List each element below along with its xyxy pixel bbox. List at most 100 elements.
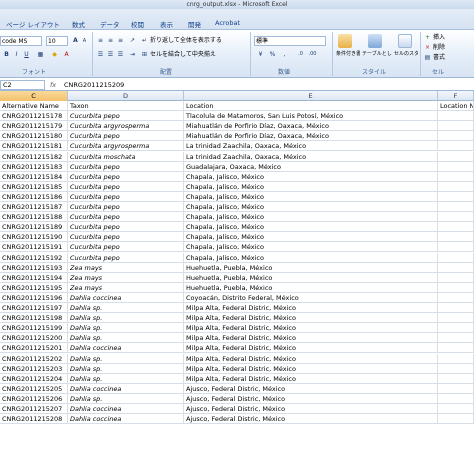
- cell-location[interactable]: Chapala, Jalisco, México: [184, 171, 438, 182]
- border-icon[interactable]: ▦: [36, 50, 45, 59]
- cell-location[interactable]: Chapala, Jalisco, México: [184, 232, 438, 243]
- indent-icon[interactable]: ⇥: [128, 50, 137, 59]
- shrink-font-button[interactable]: A: [80, 37, 89, 46]
- tab-developer[interactable]: 開発: [188, 19, 201, 29]
- cell-taxon[interactable]: Cucurbita pepo: [68, 161, 184, 172]
- header-cell-location-n[interactable]: Location N: [438, 101, 474, 111]
- cell-location[interactable]: Chapala, Jalisco, México: [184, 202, 438, 212]
- header-cell-alternative-name[interactable]: Alternative Name: [0, 101, 68, 111]
- cell-alternative-name[interactable]: CNRG2011215197: [0, 303, 68, 313]
- conditional-format-button[interactable]: 条件付き書式: [336, 50, 360, 59]
- cell-location[interactable]: Huehuetla, Puebla, México: [184, 262, 438, 273]
- cell-alternative-name[interactable]: CNRG2011215202: [0, 353, 68, 364]
- font-name-select[interactable]: code MS: [0, 36, 42, 46]
- cell-taxon[interactable]: Dahlia sp.: [68, 303, 184, 313]
- cell-taxon[interactable]: Dahlia sp.: [68, 333, 184, 344]
- cell-location[interactable]: Chapala, Jalisco, México: [184, 242, 438, 253]
- cell-taxon[interactable]: Dahlia sp.: [68, 353, 184, 364]
- align-right-icon[interactable]: ☰: [116, 50, 125, 59]
- cell-location-n[interactable]: [438, 191, 474, 202]
- cell-location[interactable]: Coyoacán, Distrito Federal, México: [184, 292, 438, 303]
- cell-location-n[interactable]: [438, 121, 474, 132]
- cell-taxon[interactable]: Cucurbita pepo: [68, 242, 184, 253]
- cell-location-n[interactable]: [438, 151, 474, 162]
- cell-location-n[interactable]: [438, 404, 474, 414]
- cell-taxon[interactable]: Cucurbita pepo: [68, 191, 184, 202]
- cell-location[interactable]: Guadalajara, Oaxaca, México: [184, 161, 438, 172]
- cell-alternative-name[interactable]: CNRG2011215188: [0, 212, 68, 223]
- decrease-decimal-icon[interactable]: .00: [308, 50, 317, 59]
- cell-taxon[interactable]: Cucurbita pepo: [68, 171, 184, 182]
- cell-taxon[interactable]: Dahlia sp.: [68, 313, 184, 324]
- font-color-icon[interactable]: A: [62, 50, 71, 59]
- column-header-c[interactable]: C: [0, 91, 68, 101]
- cell-style-button[interactable]: セルのスタイル: [394, 50, 418, 59]
- cell-location[interactable]: Milpa Alta, Federal Distric, México: [184, 363, 438, 374]
- cell-taxon[interactable]: Zea mays: [68, 262, 184, 273]
- cell-location-n[interactable]: [438, 252, 474, 263]
- cell-taxon[interactable]: Cucurbita argyrosperma: [68, 141, 184, 152]
- conditional-format-icon[interactable]: [338, 34, 352, 48]
- underline-icon[interactable]: U: [22, 50, 31, 59]
- cell-location[interactable]: Chapala, Jalisco, México: [184, 212, 438, 223]
- cell-location-n[interactable]: [438, 272, 474, 283]
- cell-taxon[interactable]: Cucurbita pepo: [68, 252, 184, 263]
- cell-alternative-name[interactable]: CNRG2011215206: [0, 393, 68, 404]
- cell-location[interactable]: Milpa Alta, Federal Distric, México: [184, 373, 438, 384]
- cell-taxon[interactable]: Cucurbita pepo: [68, 212, 184, 223]
- cell-location-n[interactable]: [438, 373, 474, 384]
- percent-icon[interactable]: %: [268, 50, 277, 59]
- cell-location[interactable]: Milpa Alta, Federal Distric, México: [184, 323, 438, 334]
- cell-alternative-name[interactable]: CNRG2011215201: [0, 343, 68, 354]
- tab-page-layout[interactable]: ページ レイアウト: [6, 19, 60, 29]
- cell-location[interactable]: Chapala, Jalisco, México: [184, 191, 438, 202]
- cell-alternative-name[interactable]: CNRG2011215186: [0, 191, 68, 202]
- cell-taxon[interactable]: Dahlia coccinea: [68, 414, 184, 425]
- table-format-icon[interactable]: [368, 34, 382, 48]
- cell-taxon[interactable]: Dahlia coccinea: [68, 404, 184, 414]
- number-format-select[interactable]: 標準: [254, 36, 326, 46]
- cell-alternative-name[interactable]: CNRG2011215183: [0, 161, 68, 172]
- formula-input[interactable]: CNRG2011215209: [62, 80, 474, 90]
- cell-location-n[interactable]: [438, 131, 474, 142]
- tab-acrobat[interactable]: Acrobat: [215, 19, 240, 27]
- align-top-icon[interactable]: ≡: [96, 36, 105, 45]
- cell-location-n[interactable]: [438, 141, 474, 152]
- delete-button[interactable]: 削除: [433, 43, 445, 52]
- cell-alternative-name[interactable]: CNRG2011215199: [0, 323, 68, 334]
- tab-data[interactable]: データ: [100, 19, 120, 29]
- cell-location-n[interactable]: [438, 383, 474, 394]
- cell-location[interactable]: Chapala, Jalisco, México: [184, 222, 438, 233]
- cell-taxon[interactable]: Cucurbita pepo: [68, 202, 184, 212]
- cell-location-n[interactable]: [438, 292, 474, 303]
- cell-taxon[interactable]: Dahlia sp.: [68, 363, 184, 374]
- cell-location-n[interactable]: [438, 111, 474, 122]
- cell-alternative-name[interactable]: CNRG2011215185: [0, 181, 68, 192]
- tab-review[interactable]: 校閲: [131, 19, 144, 29]
- cell-location-n[interactable]: [438, 222, 474, 233]
- cell-location-n[interactable]: [438, 343, 474, 354]
- wrap-text-icon[interactable]: ↵: [140, 36, 149, 45]
- tab-formulas[interactable]: 数式: [72, 19, 85, 29]
- cell-alternative-name[interactable]: CNRG2011215190: [0, 232, 68, 243]
- cell-taxon[interactable]: Cucurbita pepo: [68, 181, 184, 192]
- insert-button[interactable]: 挿入: [433, 33, 445, 42]
- cell-location-n[interactable]: [438, 262, 474, 273]
- column-header-e[interactable]: E: [184, 91, 438, 101]
- tab-view[interactable]: 表示: [160, 19, 173, 29]
- cell-location-n[interactable]: [438, 171, 474, 182]
- cell-location-n[interactable]: [438, 282, 474, 293]
- cell-location[interactable]: Huehuetla, Puebla, México: [184, 282, 438, 293]
- cell-location[interactable]: Huehuetla, Puebla, México: [184, 272, 438, 283]
- cell-location[interactable]: La trinidad Zaachila, Oaxaca, México: [184, 151, 438, 162]
- cell-alternative-name[interactable]: CNRG2011215182: [0, 151, 68, 162]
- align-left-icon[interactable]: ☰: [96, 50, 105, 59]
- delete-icon[interactable]: ×: [423, 43, 432, 52]
- align-center-icon[interactable]: ☰: [106, 50, 115, 59]
- column-header-d[interactable]: D: [68, 91, 184, 101]
- cell-alternative-name[interactable]: CNRG2011215181: [0, 141, 68, 152]
- cell-alternative-name[interactable]: CNRG2011215178: [0, 111, 68, 122]
- cell-location-n[interactable]: [438, 181, 474, 192]
- cell-alternative-name[interactable]: CNRG2011215192: [0, 252, 68, 263]
- cell-location[interactable]: Ajusco, Federal Distric, México: [184, 393, 438, 404]
